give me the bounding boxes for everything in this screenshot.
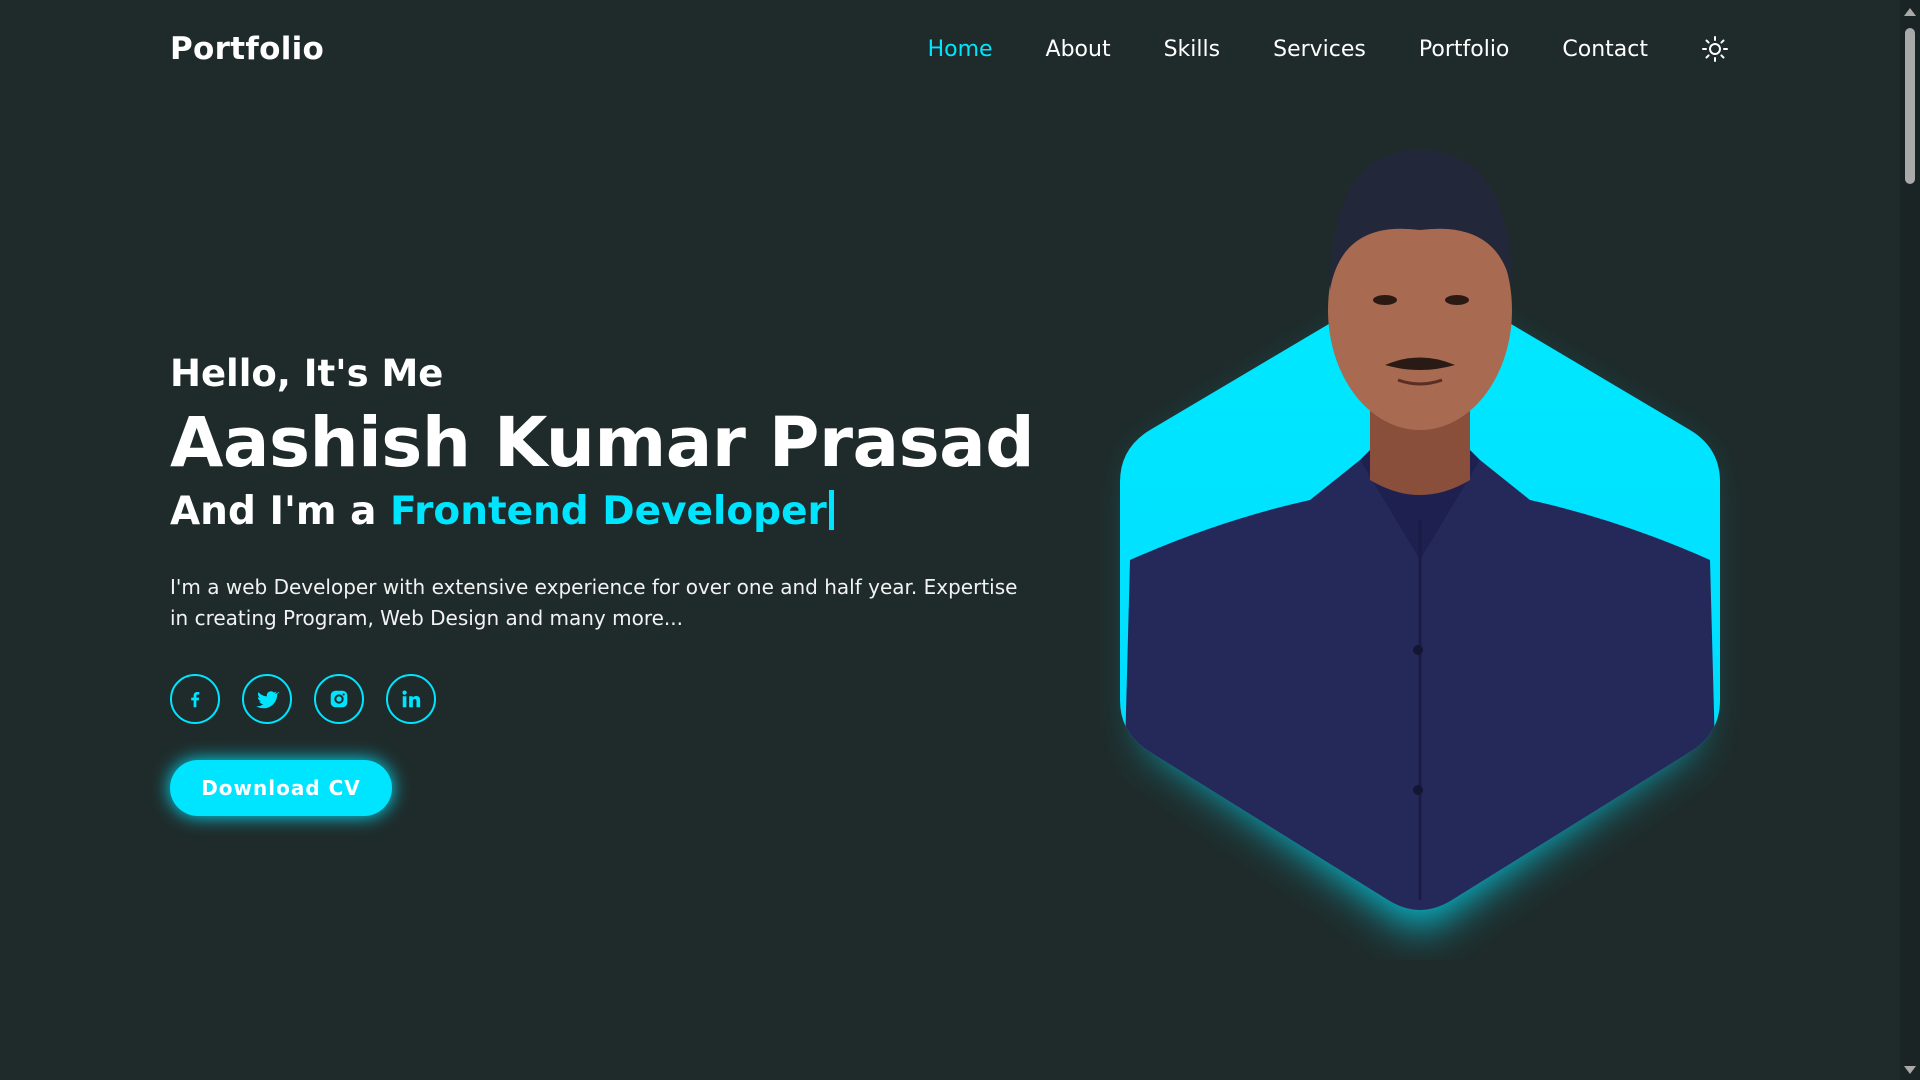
nav-home[interactable]: Home [928,37,993,62]
role-accent: Frontend Developer [390,489,827,535]
twitter-link[interactable] [242,673,292,724]
twitter-icon [256,691,279,709]
hero-description: I'm a web Developer with extensive exper… [170,574,1018,630]
linkedin-icon [402,690,421,708]
nav-about[interactable]: About [1046,37,1111,62]
facebook-link[interactable] [170,673,220,724]
facebook-icon [191,691,200,708]
typing-cursor [828,490,834,531]
theme-toggle-button[interactable] [1700,34,1730,64]
main-nav: Home About Skills Services Portfolio Con… [875,34,1730,64]
nav-services[interactable]: Services [1273,37,1366,62]
social-links [170,673,1050,724]
header: Portfolio Home About Skills Services Por… [0,0,1900,98]
scroll-up-icon[interactable] [1904,8,1916,16]
hero-greeting: Hello, It's Me [170,352,444,395]
hero-role: And I'm a Frontend Developer [170,489,1050,536]
scroll-thumb[interactable] [1905,28,1915,184]
nav-skills[interactable]: Skills [1164,37,1221,62]
hero-name: Aashish Kumar Prasad [170,403,1035,484]
profile-image-container [1080,140,1760,960]
linkedin-link[interactable] [386,673,436,724]
download-cv-button[interactable]: Download CV [170,759,392,816]
sun-icon [1702,36,1728,62]
role-prefix: And I'm a [170,489,377,535]
logo[interactable]: Portfolio [170,31,324,67]
nav-contact[interactable]: Contact [1562,37,1648,62]
instagram-link[interactable] [314,673,364,724]
page-scrollbar[interactable] [1900,0,1920,1080]
scroll-down-icon[interactable] [1904,1066,1916,1074]
profile-photo [1120,150,1720,930]
nav-portfolio[interactable]: Portfolio [1419,37,1510,62]
instagram-icon [330,690,348,708]
hero-content: Hello, It's Me Aashish Kumar Prasad And … [170,352,1050,816]
page: Portfolio Home About Skills Services Por… [0,0,1920,1080]
